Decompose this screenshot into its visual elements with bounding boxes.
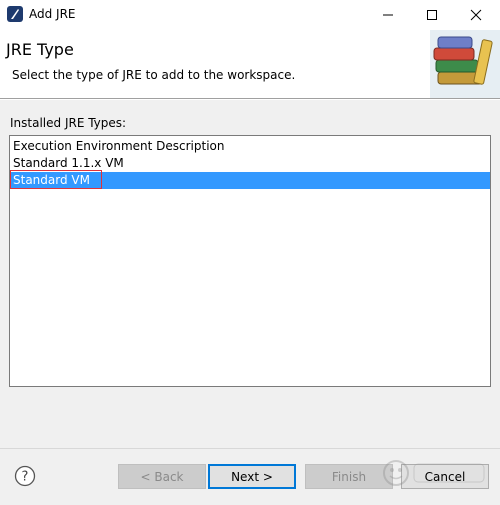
list-item-standard-11x-vm[interactable]: Standard 1.1.x VM xyxy=(10,155,490,172)
title-bar: Add JRE xyxy=(0,0,500,30)
list-item-execution-environment[interactable]: Execution Environment Description xyxy=(10,138,490,155)
footer-divider xyxy=(0,448,500,449)
books-icon xyxy=(430,30,500,98)
baidu-watermark-logo xyxy=(380,454,490,492)
list-item-standard-vm[interactable]: Standard VM xyxy=(10,172,490,189)
close-icon xyxy=(470,9,482,21)
page-description: Select the type of JRE to add to the wor… xyxy=(12,68,296,82)
banner-divider-highlight xyxy=(0,99,500,100)
maximize-icon xyxy=(427,10,437,20)
window-title: Add JRE xyxy=(29,7,76,21)
help-icon: ? xyxy=(14,465,36,487)
wizard-banner: JRE Type Select the type of JRE to add t… xyxy=(0,30,500,98)
installed-jre-types-label: Installed JRE Types: xyxy=(10,116,127,130)
maximize-button[interactable] xyxy=(410,0,454,30)
minimize-button[interactable] xyxy=(366,0,410,30)
help-button[interactable]: ? xyxy=(14,465,36,487)
back-button[interactable]: < Back xyxy=(118,464,206,489)
page-title: JRE Type xyxy=(6,40,74,59)
next-button[interactable]: Next > xyxy=(208,464,296,489)
eclipse-app-icon xyxy=(7,6,23,22)
jre-types-list[interactable]: Execution Environment Description Standa… xyxy=(9,135,491,387)
close-button[interactable] xyxy=(454,0,498,30)
svg-text:?: ? xyxy=(22,470,29,485)
minimize-icon xyxy=(383,14,393,16)
